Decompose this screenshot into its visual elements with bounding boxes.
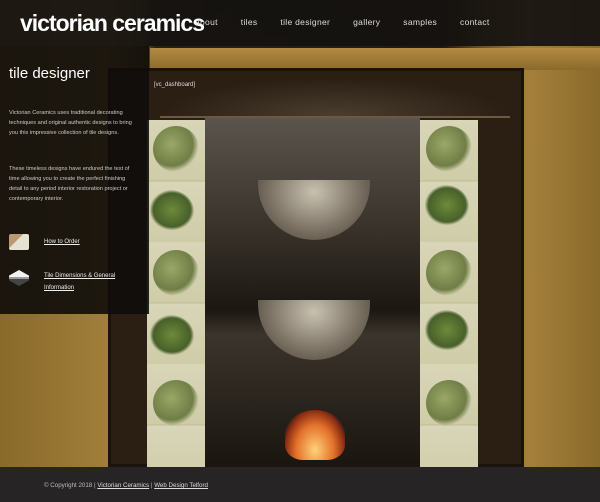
how-to-order-link[interactable]: How to Order (44, 236, 80, 248)
tile-leaf (426, 126, 472, 172)
footer-separator: | (150, 482, 153, 489)
tile-dimensions-link[interactable]: Tile Dimensions & General Information (44, 270, 128, 294)
copyright-text: © Copyright 2018 | (44, 482, 96, 489)
fire-flames (285, 410, 345, 460)
dragon-tile (425, 185, 469, 225)
shortcode-text: [vc_dashboard] (154, 82, 196, 88)
dragon-tile (150, 315, 194, 355)
mantel-top (150, 48, 600, 70)
intro-paragraph-2: These timeless designs have endured the … (9, 166, 130, 202)
dimensions-link-row: Tile Dimensions & General Information (9, 270, 128, 294)
order-link-row: How to Order (9, 234, 80, 250)
fireplace-ornament (160, 78, 510, 118)
tile-leaf (426, 380, 472, 426)
nav-contact[interactable]: contact (460, 17, 490, 27)
footer-link-victorian-ceramics[interactable]: Victorian Ceramics (97, 482, 149, 489)
main-nav: about tiles tile designer gallery sample… (195, 17, 513, 27)
intro-paragraph: Victorian Ceramics uses traditional deco… (9, 110, 132, 136)
footer-link-web-design[interactable]: Web Design Telford (154, 482, 208, 489)
tile-column-left (147, 120, 205, 467)
nav-tile-designer[interactable]: tile designer (280, 17, 330, 27)
site-footer: © Copyright 2018 | Victorian Ceramics | … (0, 467, 600, 502)
page-title: tile designer (9, 65, 90, 82)
tile-leaf (153, 126, 199, 172)
tile-dimensions-icon (9, 270, 29, 286)
dragon-tile (150, 190, 194, 230)
order-icon (9, 234, 29, 250)
site-logo[interactable]: victorian ceramics (20, 10, 205, 37)
nav-gallery[interactable]: gallery (353, 17, 380, 27)
nav-tiles[interactable]: tiles (241, 17, 258, 27)
sidebar-panel: tile designer Victorian Ceramics uses tr… (0, 46, 149, 314)
footer-text: © Copyright 2018 | Victorian Ceramics | … (44, 482, 208, 489)
tile-leaf (153, 380, 199, 426)
nav-about[interactable]: about (195, 17, 218, 27)
tile-leaf (153, 250, 199, 296)
nav-samples[interactable]: samples (403, 17, 437, 27)
tile-column-right (420, 120, 478, 467)
site-header: victorian ceramics about tiles tile desi… (0, 0, 600, 46)
tile-leaf (426, 250, 472, 296)
dragon-tile (425, 310, 469, 350)
